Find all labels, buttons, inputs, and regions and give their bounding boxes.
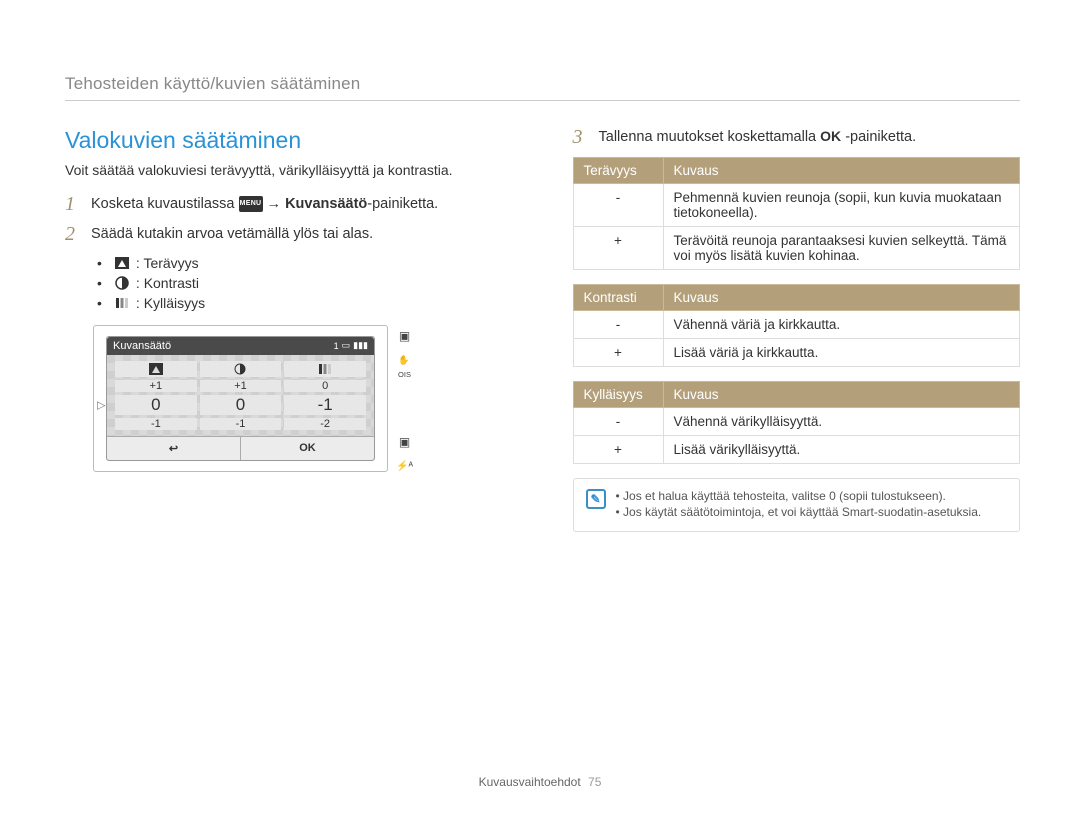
cell: -1 bbox=[200, 418, 282, 430]
step3-text-a: Tallenna muutokset koskettamalla bbox=[599, 129, 821, 145]
step2-text: Säädä kutakin arvoa vetämällä ylös tai a… bbox=[91, 224, 513, 244]
camera-side-icons: ▣ ✋OIS ▣ ⚡ᴬ bbox=[396, 325, 413, 472]
page-footer: Kuvausvaihtoehdot 75 bbox=[0, 775, 1080, 789]
photo-icon: ▣ bbox=[399, 435, 410, 449]
sym: + bbox=[573, 227, 663, 270]
battery-icon: ▮▮▮ bbox=[353, 340, 368, 351]
sym: - bbox=[573, 184, 663, 227]
cell: +1 bbox=[115, 380, 197, 392]
right-column: 3 Tallenna muutokset koskettamalla OK -p… bbox=[573, 127, 1021, 532]
th-sharp: Terävyys bbox=[573, 158, 663, 184]
intro-text: Voit säätää valokuviesi terävyyttä, väri… bbox=[65, 162, 513, 178]
sharpness-icon bbox=[114, 256, 130, 270]
note-item: Jos et halua käyttää tehosteita, valitse… bbox=[616, 489, 982, 503]
step-number: 3 bbox=[573, 127, 589, 147]
th-desc: Kuvaus bbox=[663, 285, 1020, 311]
col-contrast-icon bbox=[200, 361, 282, 377]
cell-text: Lisää väriä ja kirkkautta. bbox=[663, 339, 1020, 367]
camera-ok-button[interactable]: OK bbox=[241, 437, 374, 460]
left-column: Valokuvien säätäminen Voit säätää valoku… bbox=[65, 127, 513, 532]
sym: - bbox=[573, 311, 663, 339]
step-2: 2 Säädä kutakin arvoa vetämällä ylös tai… bbox=[65, 224, 513, 244]
sym: - bbox=[573, 408, 663, 436]
section-title: Valokuvien säätäminen bbox=[65, 127, 513, 154]
step1-text-b: → bbox=[267, 196, 286, 212]
step1-text-c: -painiketta. bbox=[367, 196, 438, 212]
cell-text: Pehmennä kuvien reunoja (sopii, kun kuvi… bbox=[663, 184, 1020, 227]
saturation-icon bbox=[114, 296, 130, 310]
footer-page: 75 bbox=[588, 775, 601, 789]
cell-selected: 0 bbox=[115, 395, 197, 415]
step-number: 1 bbox=[65, 194, 81, 214]
cell-text: Vähennä väriä ja kirkkautta. bbox=[663, 311, 1020, 339]
th-desc: Kuvaus bbox=[663, 158, 1020, 184]
step-number: 2 bbox=[65, 224, 81, 244]
cell-selected: -1 bbox=[284, 395, 366, 415]
cell: -1 bbox=[115, 418, 197, 430]
ois-icon: ✋OIS bbox=[398, 355, 411, 379]
note-item: Jos käytät säätötoimintoja, et voi käytt… bbox=[616, 505, 982, 519]
flash-icon: ⚡ᴬ bbox=[396, 461, 413, 472]
cell: -2 bbox=[284, 418, 366, 430]
step1-bold: Kuvansäätö bbox=[285, 196, 367, 212]
cell: +1 bbox=[200, 380, 282, 392]
step3-text-b: -painiketta. bbox=[845, 129, 916, 145]
step-1: 1 Kosketa kuvaustilassa MENU → Kuvansäät… bbox=[65, 194, 513, 214]
step1-text-a: Kosketa kuvaustilassa bbox=[91, 196, 239, 212]
note-icon: ✎ bbox=[586, 489, 606, 509]
camera-title: Kuvansäätö bbox=[113, 340, 171, 352]
th-contrast: Kontrasti bbox=[573, 285, 663, 311]
mode-icon: ▣ bbox=[399, 329, 410, 343]
bullet-contrast: : Kontrasti bbox=[136, 275, 199, 291]
bullet-sat: : Kylläisyys bbox=[136, 295, 205, 311]
menu-icon: MENU bbox=[239, 196, 263, 212]
note-box: ✎ Jos et halua käyttää tehosteita, valit… bbox=[573, 478, 1021, 532]
sym: + bbox=[573, 339, 663, 367]
contrast-table: KontrastiKuvaus -Vähennä väriä ja kirkka… bbox=[573, 284, 1021, 367]
breadcrumb-header: Tehosteiden käyttö/kuvien säätäminen bbox=[65, 74, 1020, 101]
step-3: 3 Tallenna muutokset koskettamalla OK -p… bbox=[573, 127, 1021, 147]
ok-icon: OK bbox=[820, 127, 841, 147]
camera-back-button[interactable]: ↩ bbox=[107, 437, 241, 460]
cell: 0 bbox=[284, 380, 366, 392]
cell-selected: 0 bbox=[200, 395, 282, 415]
selector-arrow-icon: ▷ bbox=[97, 399, 105, 412]
footer-section: Kuvausvaihtoehdot bbox=[479, 775, 581, 789]
cell-text: Vähennä värikylläisyyttä. bbox=[663, 408, 1020, 436]
saturation-table: KylläisyysKuvaus -Vähennä värikylläisyyt… bbox=[573, 381, 1021, 464]
sharpness-table: TerävyysKuvaus -Pehmennä kuvien reunoja … bbox=[573, 157, 1021, 270]
camera-screenshot: Kuvansäätö 1 ▭ ▮▮▮ ▷ +1 +1 bbox=[93, 325, 388, 472]
th-desc: Kuvaus bbox=[663, 382, 1020, 408]
col-sat-icon bbox=[284, 361, 366, 377]
camera-count: 1 bbox=[334, 341, 339, 351]
memory-icon: ▭ bbox=[342, 340, 351, 351]
adjustment-bullets: : Terävyys : Kontrasti : Kylläisyys bbox=[97, 255, 513, 311]
bullet-sharp: : Terävyys bbox=[136, 255, 199, 271]
sym: + bbox=[573, 436, 663, 464]
contrast-icon bbox=[114, 276, 130, 290]
col-sharp-icon bbox=[115, 361, 197, 377]
th-sat: Kylläisyys bbox=[573, 382, 663, 408]
cell-text: Terävöitä reunoja parantaaksesi kuvien s… bbox=[663, 227, 1020, 270]
cell-text: Lisää värikylläisyyttä. bbox=[663, 436, 1020, 464]
